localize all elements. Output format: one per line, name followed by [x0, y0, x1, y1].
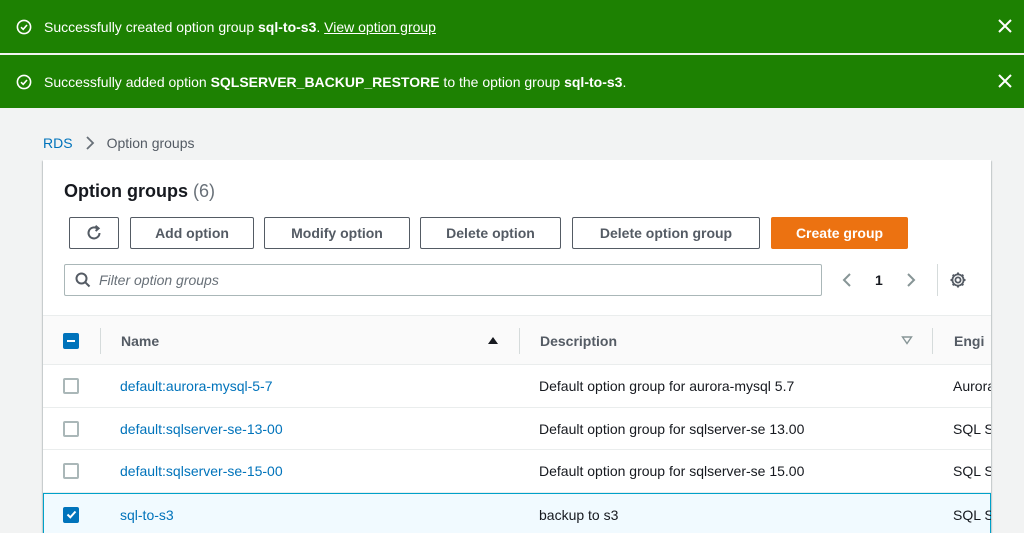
- table-header: Name Description Engi: [43, 315, 991, 365]
- filter-box: [64, 264, 822, 296]
- close-icon[interactable]: [996, 17, 1014, 35]
- view-option-group-link[interactable]: View option group: [324, 19, 436, 35]
- create-group-button[interactable]: Create group: [771, 217, 908, 249]
- option-group-link[interactable]: default:sqlserver-se-15-00: [120, 450, 283, 492]
- row-select-cell: [63, 408, 79, 450]
- row-select-cell: [63, 494, 79, 533]
- success-flash-added: Successfully added option SQLSERVER_BACK…: [0, 55, 1024, 108]
- panel-count: (6): [193, 181, 215, 201]
- row-description: backup to s3: [539, 506, 619, 523]
- flash-text: Successfully added option: [44, 73, 211, 90]
- option-group-link[interactable]: sql-to-s3: [120, 494, 174, 533]
- success-flash-created: Successfully created option group sql-to…: [0, 0, 1024, 53]
- breadcrumb-current: Option groups: [106, 135, 195, 151]
- select-all-checkbox[interactable]: [63, 333, 79, 349]
- row-description: Default option group for sqlserver-se 15…: [539, 463, 805, 479]
- refresh-button[interactable]: [69, 217, 119, 249]
- row-checkbox-checked[interactable]: [63, 506, 79, 523]
- sort-ascending-icon[interactable]: [487, 334, 499, 346]
- flash-message: Successfully created option group sql-to…: [44, 19, 436, 35]
- column-header-engine[interactable]: Engi: [954, 316, 984, 366]
- flash-option-name: SQLSERVER_BACKUP_RESTORE: [210, 73, 440, 90]
- column-header-name[interactable]: Name: [121, 316, 159, 366]
- breadcrumb-rds-link[interactable]: RDS: [43, 135, 73, 151]
- chevron-right-icon: [85, 136, 95, 150]
- refresh-icon: [85, 224, 103, 242]
- header-divider: [519, 328, 520, 354]
- pager-divider: [936, 264, 938, 296]
- header-divider: [932, 328, 933, 354]
- row-checkbox[interactable]: [63, 378, 79, 394]
- row-description: Default option group for sqlserver-se 13…: [539, 420, 805, 437]
- table-row[interactable]: default:sqlserver-se-15-00 Default optio…: [43, 450, 991, 493]
- close-icon[interactable]: [996, 72, 1014, 90]
- row-description: Default option group for aurora-mysql 5.…: [539, 378, 795, 394]
- flash-text: Successfully created option group: [44, 18, 259, 35]
- row-engine: SQL S: [953, 506, 991, 523]
- select-all-cell: [63, 316, 79, 366]
- flash-text-mid: to the option group: [439, 73, 565, 90]
- pagination: 1: [839, 264, 938, 296]
- column-header-description[interactable]: Description: [540, 316, 617, 366]
- option-groups-panel: Option groups (6) Add option Modify opti…: [43, 160, 991, 533]
- row-select-cell: [63, 450, 79, 492]
- check-circle-icon: [16, 74, 32, 90]
- breadcrumb: RDS Option groups: [43, 135, 195, 151]
- modify-option-button[interactable]: Modify option: [264, 217, 410, 249]
- row-engine: SQL S: [953, 463, 991, 479]
- row-checkbox[interactable]: [63, 463, 79, 479]
- chevron-left-icon[interactable]: [839, 264, 855, 296]
- option-groups-table: Name Description Engi default:aurora-mys…: [43, 315, 991, 533]
- header-divider: [100, 328, 101, 354]
- page-number[interactable]: 1: [875, 272, 883, 288]
- check-circle-icon: [16, 19, 32, 35]
- row-select-cell: [63, 365, 79, 407]
- delete-option-group-button[interactable]: Delete option group: [572, 217, 760, 249]
- row-engine: SQL S: [953, 420, 991, 437]
- filter-input[interactable]: [99, 272, 779, 288]
- flash-text-suffix: .: [622, 73, 627, 90]
- option-group-link[interactable]: default:sqlserver-se-13-00: [120, 408, 283, 450]
- sort-descending-icon[interactable]: [901, 334, 913, 346]
- row-engine: Aurora: [953, 378, 991, 394]
- flash-text-suffix: .: [316, 18, 325, 35]
- table-row-selected[interactable]: sql-to-s3 backup to s3 SQL S: [43, 492, 991, 533]
- table-row[interactable]: default:aurora-mysql-5-7 Default option …: [43, 365, 991, 408]
- panel-title-text: Option groups: [64, 181, 188, 201]
- flash-group-name: sql-to-s3: [564, 73, 623, 90]
- flash-message: Successfully added option SQLSERVER_BACK…: [44, 74, 626, 90]
- row-checkbox[interactable]: [63, 420, 79, 437]
- add-option-button[interactable]: Add option: [130, 217, 254, 249]
- page-title: Option groups (6): [64, 181, 215, 202]
- table-row[interactable]: default:sqlserver-se-13-00 Default optio…: [43, 408, 991, 450]
- search-icon: [75, 272, 91, 288]
- chevron-right-icon[interactable]: [903, 264, 919, 296]
- gear-icon[interactable]: [948, 270, 968, 290]
- flash-group-name: sql-to-s3: [258, 18, 317, 35]
- delete-option-button[interactable]: Delete option: [420, 217, 561, 249]
- option-group-link[interactable]: default:aurora-mysql-5-7: [120, 365, 273, 407]
